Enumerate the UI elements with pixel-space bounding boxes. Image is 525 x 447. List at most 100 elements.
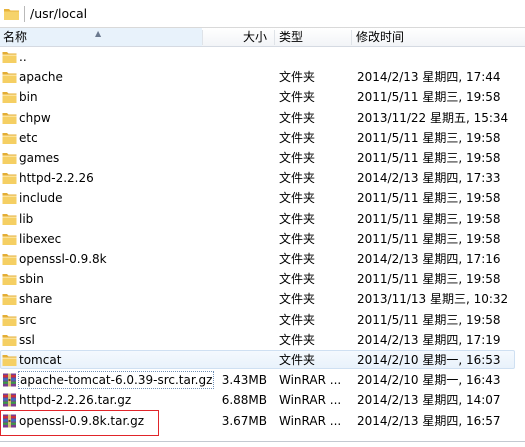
file-name: games <box>19 151 60 165</box>
list-bottom-border <box>0 441 525 442</box>
file-name: libexec <box>19 231 62 246</box>
folder-row[interactable]: tomcat 文件夹 2014/2/10 星期一, 16:53 <box>0 350 525 370</box>
folder-row[interactable]: lib 文件夹 2011/5/11 星期三, 19:58 <box>0 209 525 229</box>
file-modified: 2011/5/11 星期三, 19:58 <box>357 272 501 287</box>
folder-row[interactable]: libexec 文件夹 2011/5/11 星期三, 19:58 <box>0 229 525 249</box>
file-modified: 2013/11/13 星期三, 10:32 <box>357 292 509 307</box>
winrar-archive-icon <box>2 373 17 387</box>
file-modified: 2014/2/13 星期四, 16:57 <box>357 413 501 428</box>
file-type: WinRAR ... <box>279 393 342 408</box>
folder-icon <box>2 131 17 145</box>
file-name: tomcat <box>19 353 62 367</box>
folder-icon <box>2 353 17 367</box>
file-name: httpd-2.2.26 <box>19 171 94 186</box>
folder-icon <box>2 232 17 246</box>
file-modified: 2014/2/10 星期一, 16:53 <box>357 353 501 367</box>
file-size: 3.67MB <box>221 413 267 428</box>
folder-icon <box>2 111 17 125</box>
file-name: .. <box>19 50 27 64</box>
folder-row[interactable]: bin 文件夹 2011/5/11 星期三, 19:58 <box>0 87 525 107</box>
file-name: apache-tomcat-6.0.39-src.tar.gz <box>17 371 215 390</box>
current-path[interactable]: /usr/local <box>30 6 87 21</box>
file-name: src <box>19 312 37 327</box>
file-name: apache <box>19 70 63 85</box>
folder-row[interactable]: share 文件夹 2013/11/13 星期三, 10:32 <box>0 289 525 309</box>
folder-row[interactable]: chpw 文件夹 2013/11/22 星期五, 15:34 <box>0 108 525 128</box>
file-type: 文件夹 <box>279 151 316 165</box>
file-size: 6.88MB <box>221 393 267 408</box>
file-type: 文件夹 <box>279 231 316 246</box>
folder-icon <box>2 70 17 84</box>
file-modified: 2011/5/11 星期三, 19:58 <box>357 211 501 226</box>
file-type: 文件夹 <box>279 171 316 186</box>
file-modified: 2014/2/13 星期四, 17:16 <box>357 252 501 266</box>
file-name: ssl <box>19 332 35 347</box>
file-name: sbin <box>19 272 44 287</box>
file-type: WinRAR ... <box>279 373 342 388</box>
file-type: 文件夹 <box>279 211 316 226</box>
file-modified: 2011/5/11 星期三, 19:58 <box>357 130 501 145</box>
file-name: chpw <box>19 110 51 125</box>
folder-row[interactable]: etc 文件夹 2011/5/11 星期三, 19:58 <box>0 128 525 148</box>
file-type: 文件夹 <box>279 130 316 145</box>
file-type: 文件夹 <box>279 70 316 85</box>
file-modified: 2011/5/11 星期三, 19:58 <box>357 151 501 165</box>
file-name: share <box>19 292 53 307</box>
column-header: 名称 ▲ 大小 类型 修改时间 <box>0 28 525 47</box>
column-header-modified[interactable]: 修改时间 <box>356 28 516 46</box>
file-name: bin <box>19 90 38 105</box>
file-type: 文件夹 <box>279 272 316 287</box>
folder-icon <box>2 151 17 165</box>
file-name: include <box>19 191 63 206</box>
file-type: 文件夹 <box>279 191 316 206</box>
file-modified: 2011/5/11 星期三, 19:58 <box>357 312 501 327</box>
path-bar[interactable]: /usr/local <box>0 0 525 28</box>
file-row[interactable]: httpd-2.2.26.tar.gz 6.88MB WinRAR ... 2014/… <box>0 390 525 410</box>
column-header-type[interactable]: 类型 <box>279 28 349 46</box>
folder-icon <box>2 50 17 64</box>
file-row[interactable]: apache-tomcat-6.0.39-src.tar.gz 3.43MB Win… <box>0 370 525 390</box>
folder-icon <box>2 272 17 286</box>
folder-row[interactable]: ssl 文件夹 2014/2/13 星期四, 17:19 <box>0 330 525 350</box>
folder-icon <box>2 252 17 266</box>
folder-row[interactable]: httpd-2.2.26 文件夹 2014/2/13 星期四, 17:33 <box>0 168 525 188</box>
file-modified: 2014/2/10 星期一, 16:43 <box>357 373 501 388</box>
column-header-size[interactable]: 大小 <box>203 28 271 46</box>
folder-icon <box>2 212 17 226</box>
file-type: WinRAR ... <box>279 413 342 428</box>
file-modified: 2014/2/13 星期四, 17:33 <box>357 171 501 186</box>
file-name: openssl-0.9.8k <box>19 252 107 266</box>
file-size: 3.43MB <box>221 373 267 388</box>
file-name: httpd-2.2.26.tar.gz <box>19 393 132 408</box>
column-divider[interactable] <box>274 30 275 45</box>
folder-icon <box>2 90 17 104</box>
file-modified: 2011/5/11 星期三, 19:58 <box>357 90 501 105</box>
folder-icon <box>2 171 17 185</box>
column-divider[interactable] <box>351 30 352 45</box>
file-type: 文件夹 <box>279 110 316 125</box>
file-modified: 2014/2/13 星期四, 17:44 <box>357 70 501 85</box>
folder-icon <box>4 9 19 20</box>
folder-row[interactable]: .. <box>0 47 525 67</box>
file-type: 文件夹 <box>279 332 316 347</box>
folder-row[interactable]: include 文件夹 2011/5/11 星期三, 19:58 <box>0 188 525 208</box>
sort-ascending-icon: ▲ <box>95 29 102 38</box>
file-modified: 2013/11/22 星期五, 15:34 <box>357 110 509 125</box>
folder-row[interactable]: games 文件夹 2011/5/11 星期三, 19:58 <box>0 148 525 168</box>
file-modified: 2011/5/11 星期三, 19:58 <box>357 231 501 246</box>
highlight-box <box>0 410 159 436</box>
path-separator <box>24 6 25 22</box>
file-modified: 2014/2/13 星期四, 14:07 <box>357 393 501 408</box>
file-type: 文件夹 <box>279 353 316 367</box>
file-type: 文件夹 <box>279 90 316 105</box>
folder-row[interactable]: openssl-0.9.8k 文件夹 2014/2/13 星期四, 17:16 <box>0 249 525 269</box>
file-modified: 2011/5/11 星期三, 19:58 <box>357 191 501 206</box>
column-header-name[interactable]: 名称 ▲ <box>0 28 202 46</box>
file-type: 文件夹 <box>279 312 316 327</box>
folder-row[interactable]: sbin 文件夹 2011/5/11 星期三, 19:58 <box>0 269 525 289</box>
file-name: lib <box>19 211 34 226</box>
file-type: 文件夹 <box>279 292 316 307</box>
folder-row[interactable]: src 文件夹 2011/5/11 星期三, 19:58 <box>0 310 525 330</box>
folder-row[interactable]: apache 文件夹 2014/2/13 星期四, 17:44 <box>0 67 525 87</box>
folder-icon <box>2 313 17 327</box>
